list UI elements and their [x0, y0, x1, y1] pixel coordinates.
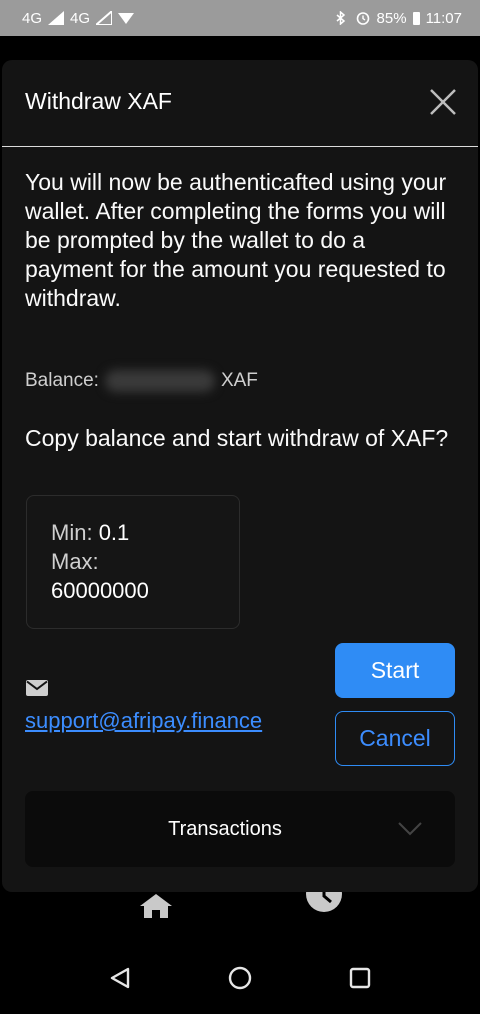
recents-icon[interactable]	[349, 967, 371, 989]
balance-row: Balance: XAF	[25, 370, 258, 392]
balance-amount-redacted	[104, 370, 215, 392]
clock-time: 11:07	[425, 9, 462, 27]
status-right: 85% 11:07	[333, 10, 462, 27]
dialog-header: Withdraw XAF	[2, 60, 478, 147]
support-email-link[interactable]: support@afripay.finance	[25, 708, 262, 734]
status-bar: 4G 4G 85% 11:07	[0, 0, 480, 36]
back-icon[interactable]	[108, 966, 132, 990]
battery-icon	[412, 11, 420, 25]
min-label: Min:	[51, 520, 93, 545]
signal-icon	[48, 11, 65, 25]
limits-box: Min: 0.1 Max: 60000000	[26, 495, 240, 629]
status-left: 4G 4G	[22, 9, 135, 27]
bluetooth-icon	[336, 11, 345, 25]
mail-icon	[26, 680, 48, 696]
max-label: Max:	[51, 549, 99, 574]
transactions-label: Transactions	[168, 818, 282, 840]
withdraw-question: Copy balance and start withdraw of XAF?	[25, 425, 449, 451]
min-value: 0.1	[98, 520, 130, 545]
auth-message: You will now be authenticafted using you…	[25, 169, 447, 311]
network-label-2: 4G	[70, 9, 91, 27]
chevron-down-icon[interactable]	[397, 821, 423, 837]
transactions-accordion[interactable]: Transactions	[25, 791, 455, 867]
min-row: Min: 0.1	[51, 518, 239, 547]
dialog-title: Withdraw XAF	[25, 88, 172, 114]
balance-currency: XAF	[220, 370, 258, 391]
signal-icon-2	[96, 11, 113, 25]
max-value: 60000000	[51, 578, 149, 603]
alarm-icon	[356, 12, 369, 25]
network-label-1: 4G	[22, 9, 43, 27]
start-button[interactable]: Start	[335, 643, 455, 698]
home-nav-icon[interactable]	[227, 965, 253, 991]
cancel-button[interactable]: Cancel	[335, 711, 455, 766]
close-icon[interactable]	[428, 87, 458, 117]
android-nav-bar	[0, 940, 480, 1014]
home-icon[interactable]	[138, 892, 174, 918]
withdraw-dialog: Withdraw XAF You will now be authenticaf…	[2, 60, 478, 892]
wifi-icon	[118, 13, 135, 24]
balance-label: Balance:	[25, 370, 99, 391]
battery-percent: 85%	[376, 9, 407, 27]
